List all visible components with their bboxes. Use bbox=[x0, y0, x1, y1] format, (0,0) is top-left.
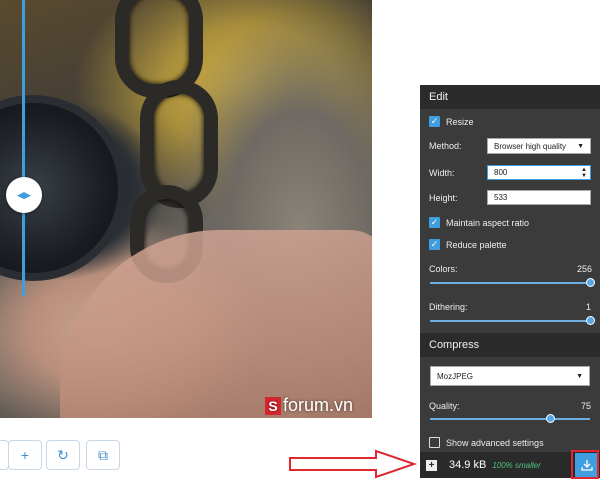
caret-down-icon: ▼ bbox=[577, 142, 584, 150]
height-input[interactable]: 533 bbox=[487, 190, 591, 205]
checkbox-checked-icon[interactable]: ✓ bbox=[429, 239, 440, 250]
compare-handle[interactable]: ◂▸ bbox=[6, 177, 42, 213]
annotation-arrow-icon bbox=[289, 449, 418, 479]
zoom-in-button[interactable]: + bbox=[8, 440, 42, 470]
colors-label: Colors: bbox=[429, 264, 458, 274]
aspect-label: Maintain aspect ratio bbox=[446, 217, 530, 228]
quality-slider[interactable] bbox=[430, 414, 590, 423]
compress-header: Compress bbox=[420, 333, 600, 357]
rotate-button[interactable]: ↻ bbox=[46, 440, 80, 470]
rotate-icon: ↻ bbox=[57, 446, 69, 463]
save-file-icon[interactable]: + bbox=[426, 459, 437, 471]
dithering-value: 1 bbox=[586, 302, 592, 312]
height-label: Height: bbox=[429, 193, 458, 203]
dithering-slider-thumb[interactable] bbox=[585, 316, 595, 325]
reduce-palette-toggle[interactable]: ✓ Reduce palette bbox=[429, 239, 591, 250]
split-arrows-icon: ◂▸ bbox=[17, 187, 31, 202]
method-value: Browser high quality bbox=[494, 141, 567, 151]
codec-value: MozJPEG bbox=[437, 371, 474, 381]
advanced-settings-toggle[interactable]: Show advanced settings bbox=[429, 437, 591, 448]
dithering-label: Dithering: bbox=[429, 302, 468, 312]
edit-header: Edit bbox=[420, 85, 600, 109]
colors-value: 256 bbox=[577, 264, 593, 274]
checkbox-unchecked-icon[interactable] bbox=[429, 437, 440, 448]
palette-label: Reduce palette bbox=[446, 239, 507, 250]
fit-icon: ⧉ bbox=[98, 446, 108, 463]
quality-slider-thumb[interactable] bbox=[545, 414, 555, 423]
file-size: 34.9 kB bbox=[449, 459, 487, 471]
width-input[interactable]: 800 ▲ ▼ bbox=[487, 165, 591, 180]
watermark: S forum.vn bbox=[265, 395, 353, 416]
compare-divider[interactable] bbox=[22, 0, 25, 296]
colors-slider[interactable] bbox=[430, 278, 595, 287]
dithering-slider[interactable] bbox=[430, 316, 595, 325]
method-select[interactable]: Browser high quality ▼ bbox=[487, 138, 591, 154]
quality-label: Quality: bbox=[429, 401, 460, 411]
height-value: 533 bbox=[494, 193, 508, 202]
colors-slider-thumb[interactable] bbox=[585, 278, 595, 287]
aspect-ratio-toggle[interactable]: ✓ Maintain aspect ratio bbox=[429, 217, 591, 228]
codec-select[interactable]: MozJPEG ▼ bbox=[430, 366, 590, 386]
method-label: Method: bbox=[429, 141, 462, 151]
savings-text: 100% smaller bbox=[492, 460, 541, 470]
image-preview: S forum.vn bbox=[0, 0, 372, 418]
width-value: 800 bbox=[494, 168, 508, 177]
caret-down-icon: ▼ bbox=[576, 372, 583, 380]
arm-graphic bbox=[60, 230, 372, 418]
watermark-logo: S bbox=[265, 396, 281, 415]
plus-icon: + bbox=[20, 447, 30, 463]
resize-toggle[interactable]: ✓ Resize bbox=[429, 116, 591, 127]
width-label: Width: bbox=[429, 168, 455, 178]
highlight-box bbox=[571, 450, 599, 479]
spinner-icon[interactable]: ▲ ▼ bbox=[581, 167, 587, 179]
quality-value: 75 bbox=[581, 401, 592, 411]
fit-button[interactable]: ⧉ bbox=[86, 440, 120, 470]
watermark-text: forum.vn bbox=[283, 395, 354, 415]
checkbox-checked-icon[interactable]: ✓ bbox=[429, 217, 440, 228]
checkbox-checked-icon[interactable]: ✓ bbox=[429, 116, 440, 127]
advanced-label: Show advanced settings bbox=[446, 437, 544, 448]
resize-label: Resize bbox=[446, 116, 474, 127]
